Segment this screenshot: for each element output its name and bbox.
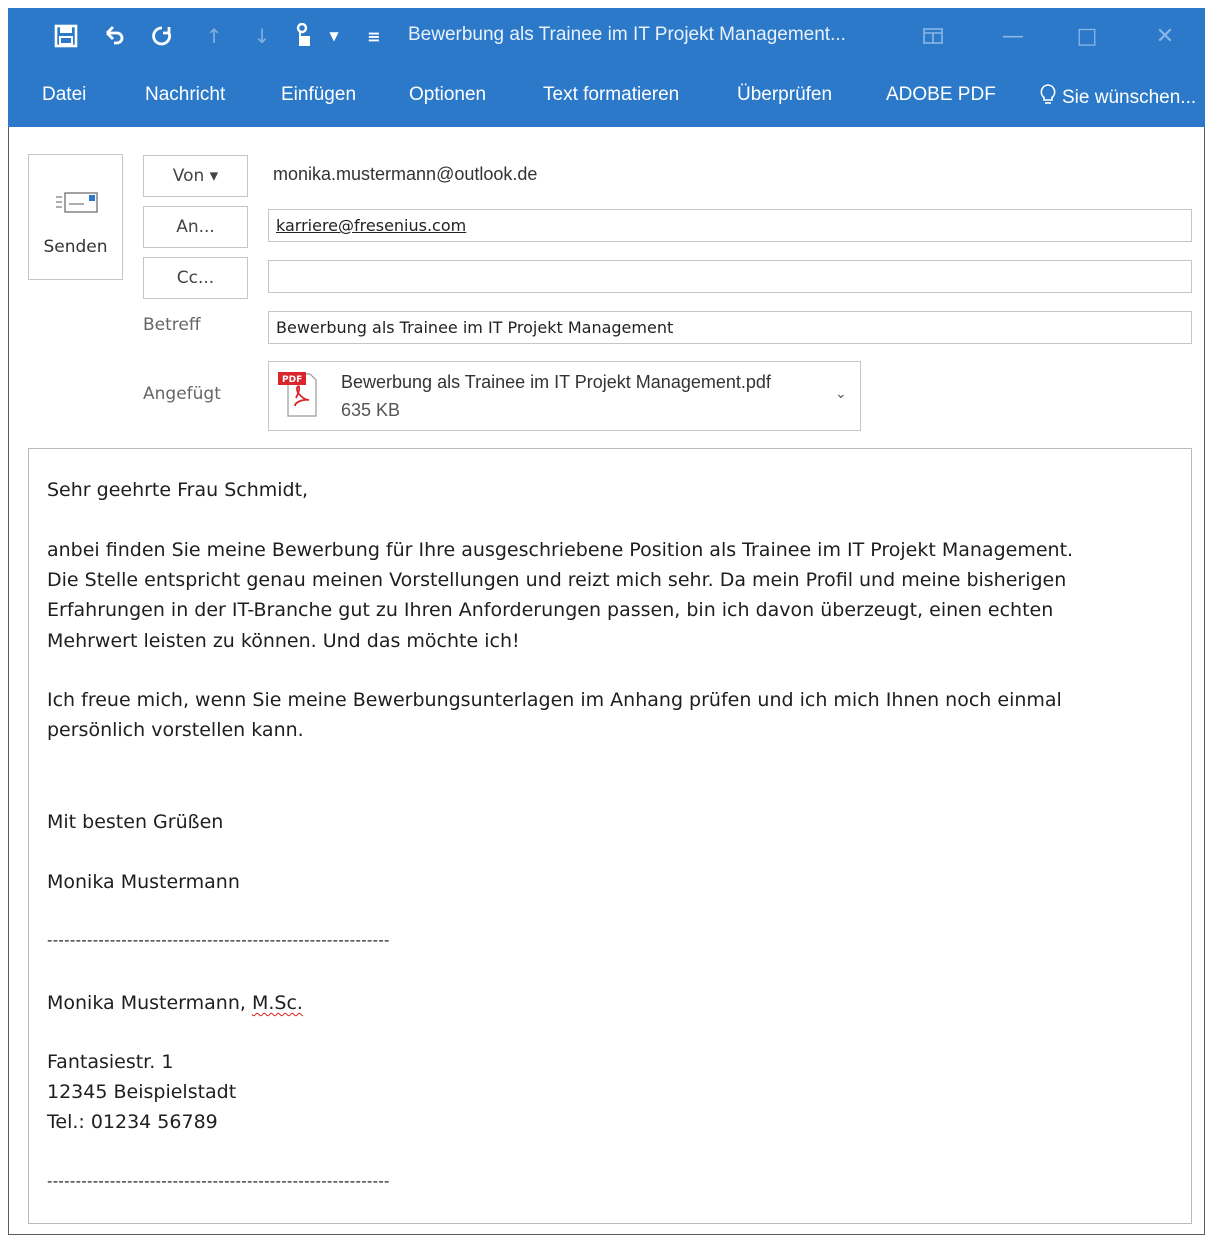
subject-field[interactable]: Bewerbung als Trainee im IT Projekt Mana… [268, 311, 1192, 344]
send-envelope-icon [56, 191, 100, 219]
from-button[interactable]: Von ▾ [143, 155, 248, 197]
send-button[interactable]: Senden [28, 154, 123, 280]
title-bar: ↑ ↓ ▼ ≡ Bewerbung als Trainee im IT Proj… [8, 8, 1205, 70]
tell-me-label: Sie wünschen... [1062, 87, 1197, 109]
separator: ----------------------------------------… [47, 931, 390, 949]
tell-me[interactable]: Sie wünschen... [1040, 84, 1196, 112]
attached-label: Angefügt [143, 384, 221, 404]
to-recipient[interactable]: karriere@fresenius.com [276, 216, 466, 235]
body-paragraph-2-line-2: persönlich vorstellen kann. [47, 719, 304, 741]
chevron-down-icon[interactable]: ▼ [320, 22, 348, 50]
ribbon-display-icon[interactable] [918, 22, 948, 50]
pdf-badge: PDF [282, 375, 302, 385]
body-paragraph-2-line-1: Ich freue mich, wenn Sie meine Bewerbung… [47, 689, 1062, 711]
body-paragraph-1-line-1: anbei finden Sie meine Bewerbung für Ihr… [47, 539, 1074, 561]
signature-name: Monika Mustermann, [47, 992, 246, 1014]
cc-field[interactable] [268, 260, 1192, 293]
to-field[interactable]: karriere@fresenius.com [268, 209, 1192, 242]
arrow-up-icon[interactable]: ↑ [200, 22, 228, 50]
tab-optionen[interactable]: Optionen [409, 84, 486, 106]
signature-phone: Tel.: 01234 56789 [47, 1111, 218, 1133]
maximize-icon[interactable]: □ [1072, 22, 1102, 50]
cc-button[interactable]: Cc... [143, 257, 248, 299]
tab-einfuegen[interactable]: Einfügen [281, 84, 356, 106]
to-button[interactable]: An... [143, 206, 248, 248]
message-body[interactable] [28, 448, 1192, 1224]
signature-title: M.Sc. [251, 992, 303, 1014]
customize-icon[interactable]: ≡ [360, 22, 388, 50]
save-icon[interactable] [52, 22, 80, 50]
ribbon-tabs: Datei Nachricht Einfügen Optionen Text f… [8, 70, 1205, 127]
signature-city: 12345 Beispielstadt [47, 1081, 237, 1103]
tab-nachricht[interactable]: Nachricht [145, 84, 225, 106]
undo-icon[interactable] [100, 22, 128, 50]
attachment-dropdown-icon[interactable]: ⌄ [835, 386, 847, 402]
body-paragraph-1-line-3: Erfahrungen in der IT-Branche gut zu Ihr… [47, 599, 1054, 621]
tab-text-formatieren[interactable]: Text formatieren [543, 84, 679, 106]
separator-bottom: ----------------------------------------… [47, 1172, 390, 1190]
sender-name: Monika Mustermann [47, 871, 240, 893]
tab-ueberpruefen[interactable]: Überprüfen [737, 84, 832, 106]
close-icon[interactable]: ✕ [1150, 22, 1180, 50]
closing: Mit besten Grüßen [47, 811, 224, 833]
signature-street: Fantasiestr. 1 [47, 1051, 174, 1073]
signature-name-line: Monika Mustermann, M.Sc. [47, 992, 303, 1014]
arrow-down-icon[interactable]: ↓ [248, 22, 276, 50]
window-title: Bewerbung als Trainee im IT Projekt Mana… [408, 24, 846, 45]
send-label: Senden [43, 237, 108, 257]
from-value: monika.mustermann@outlook.de [273, 164, 538, 184]
minimize-icon[interactable]: — [998, 22, 1028, 50]
tab-datei[interactable]: Datei [42, 84, 86, 106]
pdf-file-icon: PDF [278, 370, 318, 418]
touch-mode-icon[interactable] [290, 22, 318, 50]
body-paragraph-1-line-2: Die Stelle entspricht genau meinen Vorst… [47, 569, 1067, 591]
attachment-name: Bewerbung als Trainee im IT Projekt Mana… [341, 372, 771, 392]
subject-label: Betreff [143, 315, 201, 335]
attachment-size: 635 KB [341, 400, 401, 420]
body-paragraph-1-line-4: Mehrwert leisten zu können. Und das möch… [47, 630, 520, 652]
salutation: Sehr geehrte Frau Schmidt, [47, 479, 309, 501]
redo-icon[interactable] [148, 22, 176, 50]
attachment-item[interactable]: PDF Bewerbung als Trainee im IT Projekt … [268, 361, 861, 431]
lightbulb-icon [1040, 84, 1056, 112]
tab-adobe-pdf[interactable]: ADOBE PDF [886, 84, 996, 106]
